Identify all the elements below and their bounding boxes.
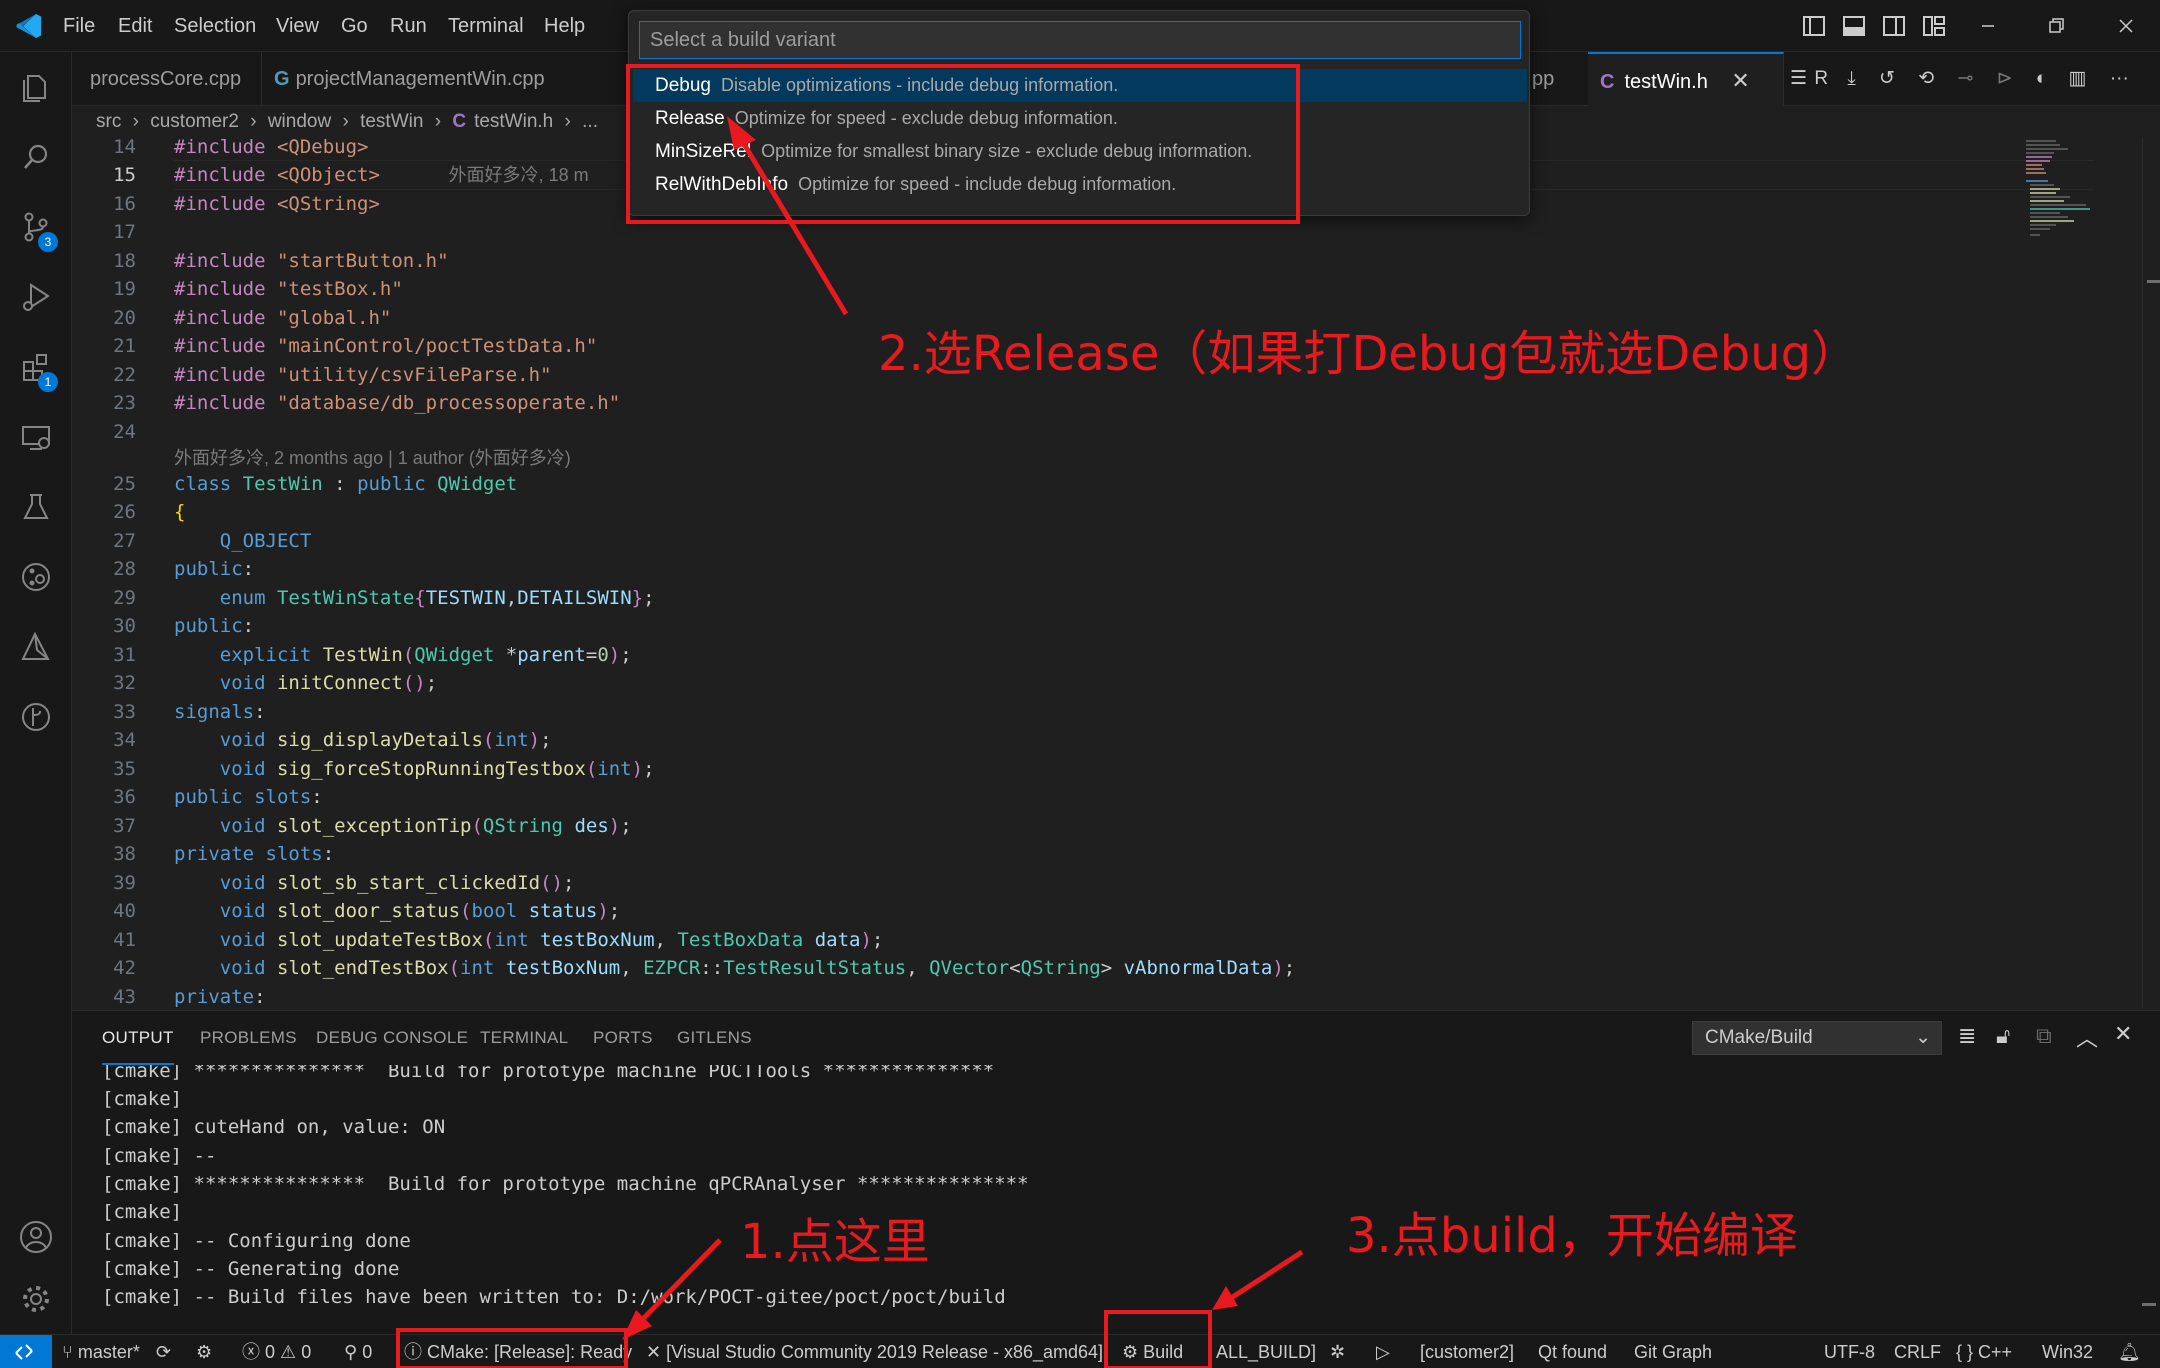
annotation-step2: 2.选Release（如果打Debug包就选Debug） [878, 326, 1860, 382]
annotation-step1: 1.点这里 [740, 1214, 930, 1270]
annotation-arrow-step2 [727, 116, 849, 316]
annotation-arrows [622, 116, 1304, 1340]
annotation-arrow-step1 [622, 1238, 722, 1340]
annotation-arrow-step3 [1212, 1249, 1304, 1310]
annotation-step3: 3.点build，开始编译 [1346, 1208, 1798, 1264]
